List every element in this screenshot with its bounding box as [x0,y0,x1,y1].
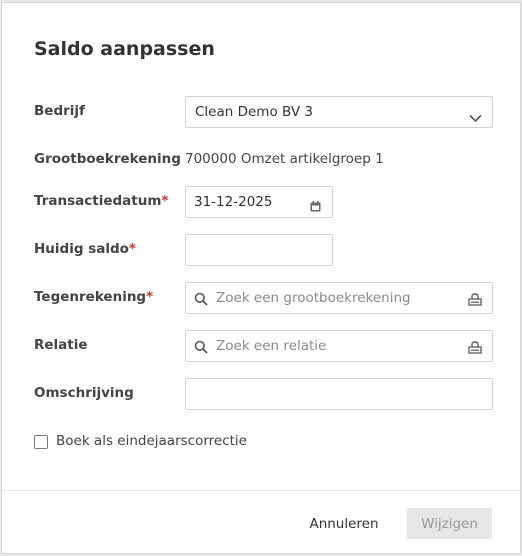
bank-icon[interactable] [468,339,482,358]
submit-button[interactable]: Wijzigen [407,508,492,539]
company-select[interactable]: Clean Demo BV 3 [185,96,493,128]
current-balance-label: Huidig saldo* [34,241,136,257]
dialog-title: Saldo aanpassen [34,38,215,60]
transaction-date-value: 31-12-2025 [194,194,273,210]
footer-divider [2,490,520,491]
cancel-button[interactable]: Annuleren [304,509,384,539]
bank-icon[interactable] [468,291,482,310]
ledger-account-value: 700000 Omzet artikelgroep 1 [185,151,384,167]
calendar-icon[interactable] [310,197,321,216]
ledger-account-label: Grootboekrekening [34,151,181,167]
search-icon [194,339,208,358]
transaction-date-input[interactable]: 31-12-2025 [185,186,333,218]
current-balance-input[interactable] [185,234,333,266]
required-mark: * [128,241,136,257]
relation-placeholder: Zoek een relatie [216,338,327,354]
description-input[interactable] [185,378,493,410]
contra-account-placeholder: Zoek een grootboekrekening [216,290,411,306]
required-mark: * [146,289,154,305]
description-label: Omschrijving [34,385,134,401]
chevron-down-icon [469,108,482,127]
relation-search[interactable]: Zoek een relatie [185,330,493,362]
company-label: Bedrijf [34,103,85,119]
company-select-value: Clean Demo BV 3 [195,104,313,120]
contra-account-label: Tegenrekening* [34,289,154,305]
transaction-date-label: Transactiedatum* [34,193,169,209]
edit-balance-dialog: Saldo aanpassen Bedrijf Clean Demo BV 3 … [1,2,521,554]
search-icon [194,291,208,310]
required-mark: * [161,193,169,209]
contra-account-search[interactable]: Zoek een grootboekrekening [185,282,493,314]
year-end-correction-label[interactable]: Boek als eindejaarscorrectie [56,433,247,449]
year-end-correction-checkbox[interactable] [34,435,48,449]
relation-label: Relatie [34,337,88,353]
